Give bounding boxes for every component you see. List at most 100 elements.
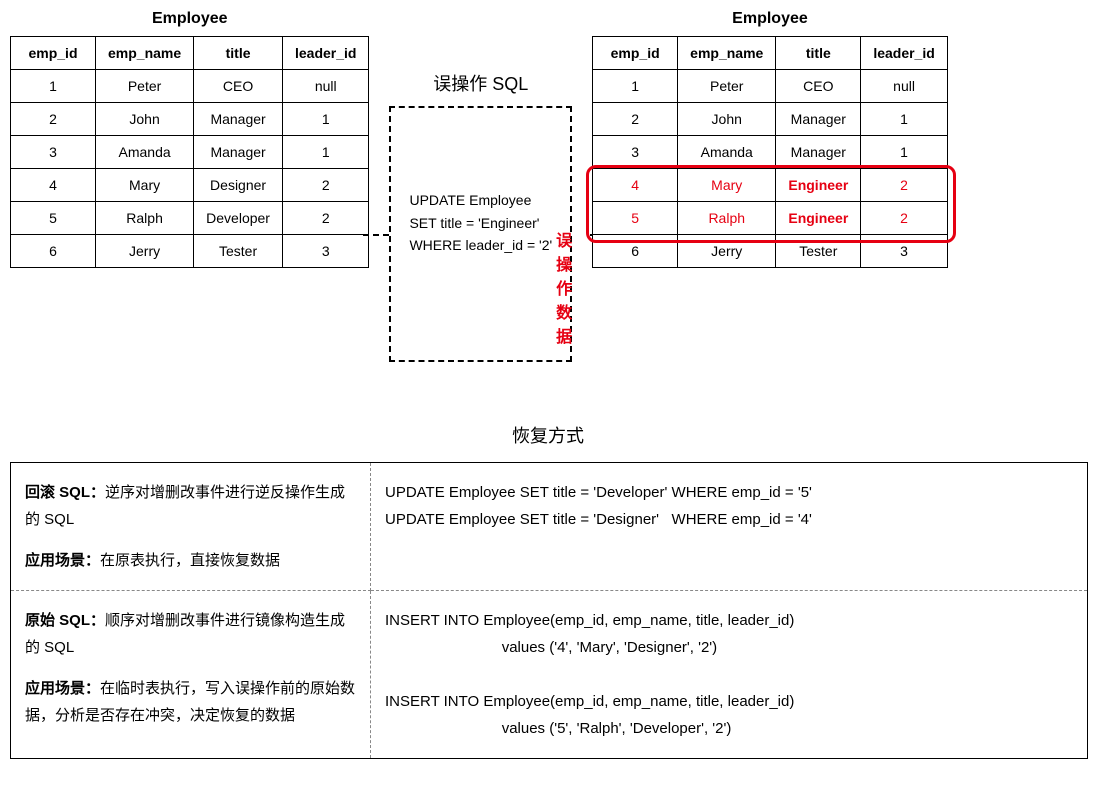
table-cell: Tester — [776, 235, 861, 268]
table-cell: 6 — [593, 235, 678, 268]
table-cell: 4 — [11, 169, 96, 202]
table-cell: Manager — [194, 136, 283, 169]
table-cell: 1 — [861, 103, 947, 136]
table-cell: 3 — [11, 136, 96, 169]
recovery-sql-line: UPDATE Employee SET title = 'Developer' … — [385, 479, 1073, 506]
table-cell: Mary — [96, 169, 194, 202]
table-header-cell: title — [776, 37, 861, 70]
left-table-block: Employee emp_idemp_nametitleleader_id 1P… — [10, 10, 369, 268]
recovery-scenario-text: 在原表执行，直接恢复数据 — [100, 552, 280, 569]
table-row: 6JerryTester3 — [11, 235, 369, 268]
table-cell: Manager — [776, 103, 861, 136]
table-cell: 3 — [861, 235, 947, 268]
table-header-cell: emp_id — [593, 37, 678, 70]
table-cell: 2 — [11, 103, 96, 136]
table-cell: 1 — [282, 103, 368, 136]
table-row: 1PeterCEOnull — [593, 70, 948, 103]
table-cell: John — [678, 103, 776, 136]
table-cell: Designer — [194, 169, 283, 202]
table-header-cell: emp_id — [11, 37, 96, 70]
table-cell: Ralph — [96, 202, 194, 235]
left-table-title: Employee — [152, 10, 228, 28]
recovery-sql-line: values ('5', 'Ralph', 'Developer', '2') — [385, 715, 1073, 742]
table-cell: Peter — [678, 70, 776, 103]
table-cell: Tester — [194, 235, 283, 268]
right-employee-table: emp_idemp_nametitleleader_id 1PeterCEOnu… — [592, 36, 948, 268]
table-cell: CEO — [776, 70, 861, 103]
table-cell: 2 — [282, 202, 368, 235]
table-cell: null — [282, 70, 368, 103]
table-row: 6JerryTester3 — [593, 235, 948, 268]
table-row: 4MaryEngineer2 — [593, 169, 948, 202]
sql-operation-block: 误操作 SQL UPDATE EmployeeSET title = 'Engi… — [389, 70, 572, 362]
recovery-scenario: 应用场景：在临时表执行，写入误操作前的原始数据，分析是否存在冲突，决定恢复的数据 — [25, 675, 356, 729]
table-header-cell: emp_name — [96, 37, 194, 70]
error-data-label: 误操作数据 — [556, 227, 572, 347]
recovery-right-cell: INSERT INTO Employee(emp_id, emp_name, t… — [371, 591, 1087, 758]
table-cell: 5 — [593, 202, 678, 235]
recovery-left-cell: 回滚 SQL：逆序对增删改事件进行逆反操作生成的 SQL 应用场景：在原表执行，直… — [11, 463, 371, 591]
table-cell: Manager — [776, 136, 861, 169]
table-header-cell: leader_id — [282, 37, 368, 70]
table-row: 3AmandaManager1 — [593, 136, 948, 169]
table-cell: Amanda — [96, 136, 194, 169]
recovery-sql-line: UPDATE Employee SET title = 'Designer' W… — [385, 506, 1073, 533]
recovery-sql-desc: 回滚 SQL：逆序对增删改事件进行逆反操作生成的 SQL — [25, 479, 356, 533]
table-cell: 1 — [11, 70, 96, 103]
table-cell: Jerry — [96, 235, 194, 268]
table-cell: 2 — [861, 169, 947, 202]
table-cell: Jerry — [678, 235, 776, 268]
table-cell: 1 — [861, 136, 947, 169]
table-cell: 5 — [11, 202, 96, 235]
table-row: 4MaryDesigner2 — [11, 169, 369, 202]
table-cell: Engineer — [776, 202, 861, 235]
table-cell: 4 — [593, 169, 678, 202]
recovery-sql-type-label: 回滚 SQL： — [25, 484, 105, 501]
recovery-scenario: 应用场景：在原表执行，直接恢复数据 — [25, 547, 356, 574]
table-row: 2JohnManager1 — [593, 103, 948, 136]
right-table-block: Employee emp_idemp_nametitleleader_id 1P… — [592, 10, 948, 268]
top-section: Employee emp_idemp_nametitleleader_id 1P… — [10, 10, 1086, 362]
recovery-table: 回滚 SQL：逆序对增删改事件进行逆反操作生成的 SQL应用场景：在原表执行，直… — [10, 462, 1088, 759]
table-cell: 6 — [11, 235, 96, 268]
recovery-sql-desc: 原始 SQL：顺序对增删改事件进行镜像构造生成的 SQL — [25, 607, 356, 661]
table-cell: 3 — [282, 235, 368, 268]
recovery-right-cell: UPDATE Employee SET title = 'Developer' … — [371, 463, 1087, 591]
recovery-scenario-label: 应用场景： — [25, 680, 100, 697]
table-row: 5RalphDeveloper2 — [11, 202, 369, 235]
recovery-scenario-label: 应用场景： — [25, 552, 100, 569]
sql-box: UPDATE EmployeeSET title = 'Engineer'WHE… — [389, 106, 572, 362]
table-row: 2JohnManager1 — [11, 103, 369, 136]
table-cell: Mary — [678, 169, 776, 202]
table-header-cell: title — [194, 37, 283, 70]
table-row: 3AmandaManager1 — [11, 136, 369, 169]
recovery-title: 恢复方式 — [10, 422, 1086, 448]
table-cell: 3 — [593, 136, 678, 169]
sql-line: UPDATE Employee — [409, 189, 552, 211]
table-cell: Engineer — [776, 169, 861, 202]
recovery-sql-line: INSERT INTO Employee(emp_id, emp_name, t… — [385, 607, 1073, 634]
table-cell: CEO — [194, 70, 283, 103]
recovery-sql-line: INSERT INTO Employee(emp_id, emp_name, t… — [385, 688, 1073, 715]
table-row: 1PeterCEOnull — [11, 70, 369, 103]
sql-line: WHERE leader_id = '2' — [409, 234, 552, 256]
table-header-cell: leader_id — [861, 37, 947, 70]
table-row: 5RalphEngineer2 — [593, 202, 948, 235]
recovery-sql-type-label: 原始 SQL： — [25, 612, 105, 629]
table-cell: 2 — [861, 202, 947, 235]
table-cell: John — [96, 103, 194, 136]
table-cell: 1 — [282, 136, 368, 169]
table-cell: Developer — [194, 202, 283, 235]
table-cell: Ralph — [678, 202, 776, 235]
arrow-left-icon — [363, 234, 389, 236]
table-header-cell: emp_name — [678, 37, 776, 70]
recovery-sql-line — [385, 661, 1073, 688]
table-cell: 1 — [593, 70, 678, 103]
table-cell: Peter — [96, 70, 194, 103]
sql-title: 误操作 SQL — [433, 70, 528, 96]
right-table-title: Employee — [732, 10, 808, 28]
table-cell: Manager — [194, 103, 283, 136]
left-employee-table: emp_idemp_nametitleleader_id 1PeterCEOnu… — [10, 36, 369, 268]
recovery-left-cell: 原始 SQL：顺序对增删改事件进行镜像构造生成的 SQL 应用场景：在临时表执行，… — [11, 591, 371, 758]
recovery-sql-line: values ('4', 'Mary', 'Designer', '2') — [385, 634, 1073, 661]
